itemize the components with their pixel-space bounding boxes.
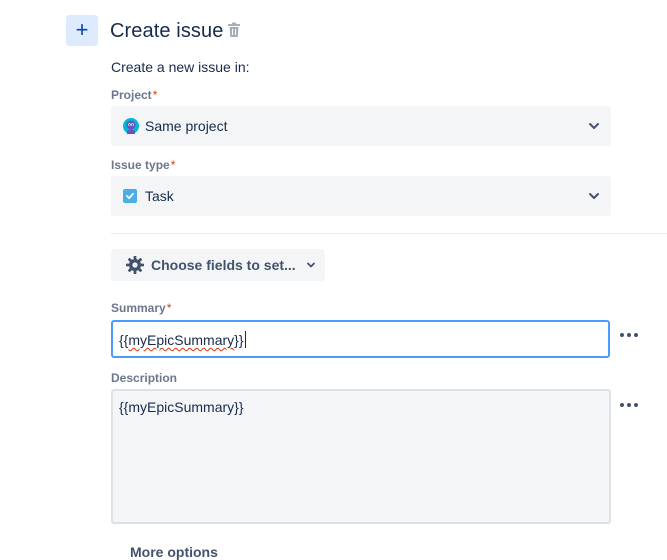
issue-type-label-text: Issue type: [111, 158, 170, 172]
add-action-button[interactable]: +: [66, 15, 98, 46]
description-label: Description: [111, 371, 178, 385]
summary-label: Summary*: [111, 301, 171, 315]
page-title: Create issue: [110, 20, 224, 42]
text-caret: [244, 331, 246, 348]
section-divider: [111, 233, 667, 234]
project-label: Project*: [111, 88, 157, 102]
summary-label-text: Summary: [111, 301, 166, 315]
summary-value-word: myEpicSummary: [128, 332, 235, 348]
trash-icon[interactable]: [227, 22, 241, 38]
issue-type-label: Issue type*: [111, 158, 175, 172]
project-avatar-icon: [123, 118, 139, 134]
task-checkbox-icon: [123, 189, 137, 203]
chevron-down-icon: [589, 123, 599, 129]
required-mark: *: [170, 158, 176, 172]
project-value: Same project: [145, 118, 228, 134]
chevron-down-icon: [306, 262, 315, 268]
more-horizontal-icon[interactable]: [619, 400, 639, 410]
description-textarea[interactable]: {{myEpicSummary}}: [111, 389, 611, 524]
more-options-link[interactable]: More options: [130, 544, 218, 560]
chevron-down-icon: [589, 193, 599, 199]
choose-fields-button[interactable]: Choose fields to set...: [111, 249, 325, 281]
project-label-text: Project: [111, 88, 152, 102]
gear-icon: [126, 256, 144, 274]
issue-type-value: Task: [145, 188, 174, 204]
summary-value-close: }}: [234, 332, 244, 348]
more-horizontal-icon[interactable]: [619, 330, 639, 340]
summary-input[interactable]: {{myEpicSummary}}: [111, 320, 610, 358]
project-select[interactable]: Same project: [111, 106, 611, 146]
choose-fields-label: Choose fields to set...: [151, 257, 296, 273]
required-mark: *: [152, 88, 158, 102]
issue-type-select[interactable]: Task: [111, 176, 611, 216]
intro-text: Create a new issue in:: [111, 59, 250, 75]
plus-icon: +: [75, 17, 89, 42]
required-mark: *: [166, 301, 172, 315]
summary-value-open: {{: [119, 332, 129, 348]
